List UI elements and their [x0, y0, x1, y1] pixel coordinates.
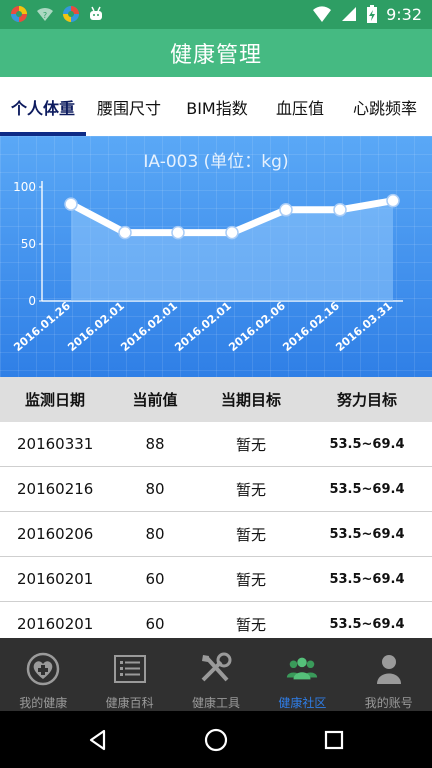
data-point — [386, 193, 400, 208]
cell-value: 80 — [145, 525, 165, 543]
table-row[interactable]: 20160206 80 暂无 53.5~69.4 — [0, 512, 432, 557]
tab-bar: 个人体重 腰围尺寸 BIM指数 血压值 心跳频率 — [0, 77, 432, 136]
svg-text:?: ? — [43, 11, 47, 20]
bottom-nav: 我的健康 健康百科 健康工具 健康社区 我的账号 — [0, 638, 432, 711]
app-icon-1 — [11, 6, 27, 22]
nav-health-tools[interactable]: 健康工具 — [173, 638, 259, 711]
back-icon[interactable] — [86, 728, 110, 752]
nav-health-wiki[interactable]: 健康百科 — [86, 638, 172, 711]
cell-value: 80 — [145, 480, 165, 498]
system-nav-bar — [0, 711, 432, 768]
community-icon — [287, 657, 318, 680]
cell-date: 20160201 — [17, 615, 94, 633]
signal-icon — [342, 7, 357, 21]
series-area — [71, 200, 393, 301]
nav-health-community[interactable]: 健康社区 — [259, 638, 345, 711]
cell-value: 60 — [145, 570, 165, 588]
data-point — [279, 203, 293, 217]
app-screen: ? 9:32 健康管理 个人体重 腰围尺寸 BIM指数 血压值 心跳频率 IA-… — [0, 0, 432, 768]
x-tick-label: 2016.03.31 — [333, 299, 395, 354]
person-icon — [376, 655, 401, 684]
home-icon[interactable] — [203, 727, 229, 753]
table-row[interactable]: 20160201 60 暂无 53.5~69.4 — [0, 557, 432, 602]
android-icon — [90, 6, 102, 20]
cell-target: 暂无 — [235, 570, 266, 589]
nav-label: 健康社区 — [278, 696, 327, 710]
y-tick-label: 50 — [21, 237, 36, 251]
header-value: 当前值 — [132, 391, 178, 409]
header-goal: 努力目标 — [336, 391, 397, 409]
status-bar: ? 9:32 — [0, 0, 432, 29]
status-time: 9:32 — [386, 4, 422, 24]
table-header: 监测日期 当前值 当期目标 努力目标 — [0, 377, 432, 422]
y-tick-label: 0 — [28, 294, 36, 308]
cell-goal: 53.5~69.4 — [329, 616, 405, 632]
cell-target: 暂无 — [235, 435, 266, 454]
cell-goal: 53.5~69.4 — [329, 571, 405, 587]
cell-goal: 53.5~69.4 — [329, 436, 405, 452]
table-row[interactable]: 20160216 80 暂无 53.5~69.4 — [0, 467, 432, 512]
wifi-icon — [313, 6, 332, 22]
data-point — [118, 225, 132, 240]
app-icon-2 — [63, 6, 79, 22]
data-point — [225, 225, 239, 240]
tab-bmi[interactable]: BIM指数 — [172, 77, 262, 136]
data-point — [171, 225, 185, 240]
cell-target: 暂无 — [235, 615, 266, 634]
list-icon — [113, 655, 146, 683]
tools-icon — [201, 652, 232, 682]
nav-label: 我的健康 — [19, 696, 68, 710]
tab-blood-pressure[interactable]: 血压值 — [262, 77, 338, 136]
header-target: 当期目标 — [220, 391, 281, 409]
x-tick-label: 2016.02.01 — [172, 299, 234, 354]
data-point — [64, 197, 78, 211]
cell-goal: 53.5~69.4 — [329, 481, 405, 497]
data-point — [333, 203, 347, 217]
weight-chart-svg: IA-003 (单位：kg) 0501002016.01.262016.02.0… — [11, 152, 403, 354]
cell-value: 88 — [145, 435, 165, 453]
nav-label: 健康百科 — [105, 696, 154, 710]
cell-date: 20160206 — [17, 525, 94, 543]
nav-label: 我的账号 — [364, 696, 413, 710]
header-date: 监测日期 — [24, 391, 85, 409]
x-tick-label: 2016.02.06 — [226, 299, 288, 354]
tab-waist[interactable]: 腰围尺寸 — [86, 77, 172, 136]
battery-charging-icon — [367, 5, 378, 23]
data-table: 20160331 88 暂无 53.5~69.4 20160216 80 暂无 … — [0, 422, 432, 647]
x-tick-label: 2016.02.01 — [65, 299, 127, 354]
cell-target: 暂无 — [235, 480, 266, 499]
cell-target: 暂无 — [235, 525, 266, 544]
cell-goal: 53.5~69.4 — [329, 526, 405, 542]
tab-weight[interactable]: 个人体重 — [0, 77, 86, 136]
tab-heart-rate[interactable]: 心跳频率 — [338, 77, 432, 136]
x-tick-label: 2016.01.26 — [11, 299, 73, 354]
chart-title: IA-003 (单位：kg) — [143, 152, 288, 172]
nav-my-health[interactable]: 我的健康 — [0, 638, 86, 711]
wifi-question-icon: ? — [37, 7, 53, 21]
weight-chart: IA-003 (单位：kg) 0 50 100 2016.01.26 2016.02.0… — [0, 136, 432, 377]
y-tick-label: 100 — [13, 180, 36, 194]
cell-date: 20160216 — [17, 480, 94, 498]
x-tick-label: 2016.02.16 — [280, 299, 342, 354]
cell-date: 20160201 — [17, 570, 94, 588]
cell-value: 60 — [145, 615, 165, 633]
cell-date: 20160331 — [17, 435, 94, 453]
nav-label: 健康工具 — [191, 696, 240, 710]
table-row[interactable]: 20160331 88 暂无 53.5~69.4 — [0, 422, 432, 467]
page-title: 健康管理 — [169, 43, 262, 68]
nav-my-account[interactable]: 我的账号 — [346, 638, 432, 711]
heart-plus-icon — [26, 652, 60, 686]
title-bar: 健康管理 — [0, 29, 432, 77]
recents-icon[interactable] — [322, 728, 346, 752]
x-tick-label: 2016.02.01 — [118, 299, 180, 354]
